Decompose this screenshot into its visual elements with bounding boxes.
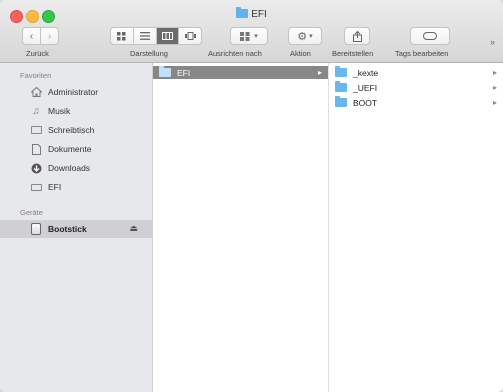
- sidebar: Favoriten Administrator ♫ Musik Schreibt…: [0, 63, 153, 392]
- window-title: EFI: [0, 7, 503, 20]
- back-label: Zurück: [26, 49, 49, 58]
- sidebar-item-bootstick[interactable]: Bootstick ⏏: [0, 220, 152, 238]
- favorites-header: Favoriten: [20, 71, 52, 80]
- list-view-button[interactable]: [134, 28, 157, 44]
- icon-view-button[interactable]: [111, 28, 134, 44]
- forward-button[interactable]: ›: [40, 27, 59, 45]
- sidebar-item-label: Administrator: [48, 87, 99, 97]
- tags-label: Tags bearbeiten: [395, 49, 449, 58]
- arrange-label: Ausrichten nach: [208, 49, 262, 58]
- chevron-right-icon: ›: [47, 30, 52, 42]
- view-mode-control[interactable]: [110, 27, 202, 45]
- list-item-label: _UEFI: [353, 82, 378, 93]
- view-label: Darstellung: [130, 49, 168, 58]
- list-item[interactable]: BOOT ▸: [329, 96, 503, 109]
- finder-window: EFI ‹ › Zurück Darstellung ▾ Ausrichten …: [0, 0, 503, 392]
- sidebar-item-administrator[interactable]: Administrator: [0, 83, 152, 101]
- coverflow-view-button[interactable]: [179, 28, 201, 44]
- eject-icon[interactable]: ⏏: [129, 223, 138, 234]
- arrange-grid-icon: [240, 31, 250, 41]
- folder-icon: [159, 66, 171, 77]
- music-icon: ♫: [32, 105, 40, 117]
- sidebar-item-musik[interactable]: ♫ Musik: [0, 102, 152, 120]
- sidebar-item-label: Dokumente: [48, 144, 92, 154]
- folder-icon: [335, 96, 347, 107]
- column-browser-pane-2: _kexte ▸ _UEFI ▸ BOOT ▸: [329, 63, 503, 392]
- list-icon: [139, 32, 150, 40]
- gear-icon: ⚙: [297, 30, 308, 43]
- home-icon: [30, 87, 42, 97]
- disclosure-arrow-icon: ▸: [492, 68, 497, 77]
- sidebar-item-label: Musik: [48, 106, 71, 116]
- sidebar-item-label: Bootstick: [48, 224, 87, 234]
- disclosure-arrow-icon: ▸: [317, 68, 322, 77]
- list-item-label: BOOT: [353, 97, 378, 108]
- edit-tags-button[interactable]: [410, 27, 450, 45]
- chevron-left-icon: ‹: [29, 30, 34, 42]
- tag-icon: [423, 32, 437, 40]
- folder-icon: [236, 7, 249, 18]
- folder-icon: [335, 66, 347, 77]
- sidebar-item-label: EFI: [48, 182, 62, 192]
- disclosure-arrow-icon: ▸: [492, 98, 497, 107]
- documents-icon: [30, 143, 42, 155]
- desktop-icon: [30, 125, 42, 135]
- columns-icon: [161, 32, 173, 40]
- share-icon: [352, 30, 362, 42]
- list-item[interactable]: _kexte ▸: [329, 66, 503, 79]
- downloads-icon: [30, 163, 42, 173]
- sidebar-item-schreibtisch[interactable]: Schreibtisch: [0, 121, 152, 139]
- chevron-down-icon: ▾: [309, 33, 313, 40]
- window-title-text: EFI: [251, 9, 267, 20]
- share-label: Bereitstellen: [332, 49, 374, 58]
- usb-drive-icon: [30, 223, 42, 235]
- sidebar-item-efi[interactable]: EFI: [0, 178, 152, 196]
- toolbar-overflow-button[interactable]: »: [490, 37, 495, 47]
- list-item[interactable]: EFI ▸: [153, 66, 328, 79]
- back-button[interactable]: ‹: [22, 27, 41, 45]
- drive-icon: [30, 182, 42, 192]
- sidebar-item-downloads[interactable]: Downloads: [0, 159, 152, 177]
- list-item-label: EFI: [177, 67, 191, 78]
- column-browser-pane-1: EFI ▸: [153, 63, 329, 392]
- folder-icon: [335, 81, 347, 92]
- column-view-button[interactable]: [156, 28, 180, 44]
- arrange-button[interactable]: ▾: [230, 27, 268, 45]
- sidebar-item-label: Downloads: [48, 163, 91, 173]
- share-button[interactable]: [344, 27, 370, 45]
- devices-header: Geräte: [20, 208, 43, 217]
- disclosure-arrow-icon: ▸: [492, 83, 497, 92]
- action-button[interactable]: ⚙ ▾: [288, 27, 322, 45]
- grid-icon: [117, 31, 126, 40]
- list-item[interactable]: _UEFI ▸: [329, 81, 503, 94]
- toolbar: EFI ‹ › Zurück Darstellung ▾ Ausrichten …: [0, 0, 503, 63]
- sidebar-item-dokumente[interactable]: Dokumente: [0, 140, 152, 158]
- list-item-label: _kexte: [353, 67, 379, 78]
- coverflow-icon: [184, 32, 196, 40]
- chevron-down-icon: ▾: [254, 33, 258, 40]
- action-label: Aktion: [290, 49, 311, 58]
- sidebar-item-label: Schreibtisch: [48, 125, 95, 135]
